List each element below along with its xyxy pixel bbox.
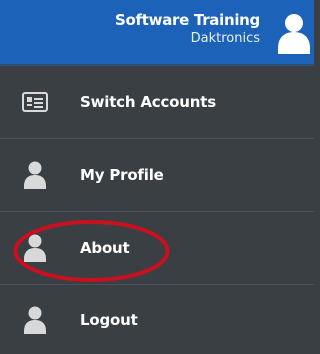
menu-item-label: My Profile	[80, 166, 164, 184]
account-user-info: Software Training Daktronics	[115, 10, 260, 48]
menu-item-label: Switch Accounts	[80, 93, 216, 111]
account-user-name: Software Training	[115, 11, 260, 29]
menu-item-switch-accounts[interactable]: Switch Accounts	[0, 65, 314, 138]
menu-item-label: Logout	[80, 310, 138, 329]
menu-item-label: About	[80, 239, 130, 257]
id-card-icon	[20, 87, 50, 117]
account-header[interactable]: Software Training Daktronics	[0, 0, 314, 65]
user-silhouette-icon	[20, 160, 50, 190]
account-organization: Daktronics	[190, 31, 260, 46]
menu-item-my-profile[interactable]: My Profile	[0, 138, 314, 211]
menu-item-about[interactable]: About	[0, 211, 314, 284]
account-dropdown-menu: Software Training Daktronics Switch Acco…	[0, 0, 314, 354]
menu-item-logout[interactable]: Logout	[0, 284, 314, 354]
user-silhouette-icon	[20, 233, 50, 263]
user-silhouette-icon	[20, 305, 50, 335]
user-silhouette-icon[interactable]	[274, 12, 314, 54]
